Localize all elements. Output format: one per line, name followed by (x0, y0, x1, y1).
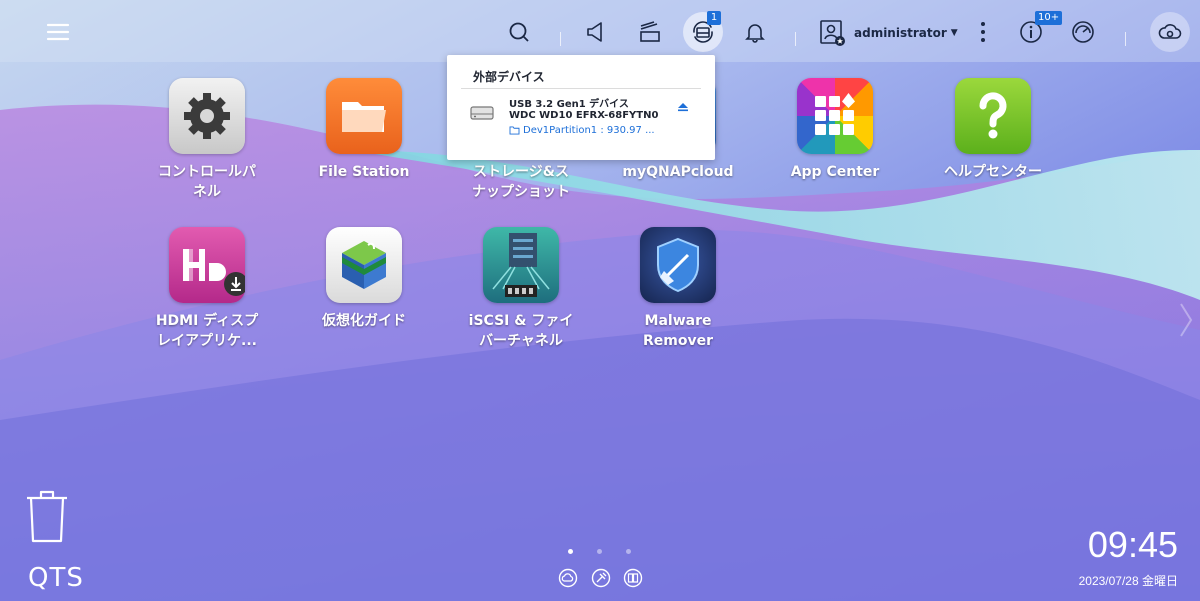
chevron-down-icon: ▼ (950, 28, 958, 38)
external-devices-panel: 外部デバイス USB 3.2 Gen1 デバイス WDC WD10 EFRX-6… (447, 55, 715, 160)
server-icon (483, 227, 559, 303)
app-label: App Center (790, 164, 880, 180)
separator (795, 32, 796, 46)
app-app-center[interactable]: App Center (760, 78, 910, 182)
notification-badge: 1 (707, 11, 721, 25)
app-virtualization-guide[interactable]: 仮想化ガイド (289, 227, 439, 331)
top-bar: 1 administrator ▼ 10+ (0, 0, 1200, 62)
speaker-icon[interactable] (576, 12, 616, 52)
resource-monitor-icon[interactable] (1063, 12, 1103, 52)
folder-icon (326, 78, 402, 154)
external-device-icon[interactable]: 1 (683, 11, 723, 52)
question-icon (955, 78, 1031, 154)
more-options-icon[interactable] (963, 12, 1003, 52)
app-malware-remover[interactable]: Malware Remover (603, 227, 753, 351)
app-label: ストレージ&ス ナップショット (472, 164, 570, 200)
app-label: iSCSI & ファイ バーチャネル (468, 313, 574, 349)
app-label: HDMI ディスプ レイアプリケ... (155, 313, 259, 349)
page-dot[interactable] (568, 549, 573, 554)
hard-drive-icon (470, 106, 494, 120)
app-label: Malware Remover (642, 313, 713, 349)
tools-dock-icon[interactable] (591, 568, 611, 588)
app-file-station[interactable]: File Station (289, 78, 439, 182)
user-menu[interactable]: administrator ▼ (818, 14, 958, 52)
separator (1125, 32, 1126, 46)
app-grid-icon (797, 78, 873, 154)
background-tasks-icon[interactable] (630, 12, 670, 52)
book-dock-icon[interactable] (623, 568, 643, 588)
app-label: ヘルプセンター (944, 164, 1042, 180)
separator (560, 32, 561, 46)
hd-icon (169, 227, 248, 303)
partition-link[interactable]: Dev1Partition1 : 930.97 ... (509, 125, 655, 136)
folder-icon (509, 126, 520, 135)
date: 2023/07/28 金曜日 (1078, 574, 1178, 588)
main-menu-icon[interactable] (38, 12, 78, 52)
page-dot[interactable] (626, 549, 631, 554)
gear-icon (169, 78, 245, 154)
eject-icon[interactable] (677, 101, 689, 113)
page-dot[interactable] (597, 549, 602, 554)
search-icon[interactable] (499, 12, 539, 52)
app-label: 仮想化ガイド (322, 313, 406, 329)
partition-label: Dev1Partition1 : 930.97 ... (523, 125, 655, 136)
app-control-panel[interactable]: コントロールパ ネル (132, 78, 282, 202)
info-badge: 10+ (1035, 11, 1063, 25)
clock: 09:45 (1087, 524, 1178, 565)
info-icon[interactable]: 10+ (1011, 11, 1063, 52)
app-iscsi-fibre-channel[interactable]: iSCSI & ファイ バーチャネル (446, 227, 596, 351)
cloud-icon[interactable] (1150, 12, 1190, 52)
bell-icon[interactable] (735, 12, 775, 52)
app-help-center[interactable]: ヘルプセンター (918, 78, 1068, 182)
trash-icon[interactable] (24, 488, 70, 544)
user-icon (820, 20, 845, 46)
app-label: myQNAPcloud (622, 164, 734, 180)
divider (461, 88, 701, 89)
myqnapcloud-dock-icon[interactable] (558, 568, 578, 588)
device-model: WDC WD10 EFRX-68FYTN0 (509, 110, 659, 121)
device-name: USB 3.2 Gen1 デバイス (509, 99, 629, 110)
app-label: File Station (318, 164, 410, 180)
page-indicator (556, 549, 643, 554)
chevron-right-icon[interactable] (1178, 300, 1194, 340)
app-label: コントロールパ ネル (158, 164, 256, 200)
app-hdmi-display[interactable]: HDMI ディスプ レイアプリケ... (132, 227, 282, 351)
panel-title: 外部デバイス (473, 70, 545, 84)
cube-icon (326, 227, 402, 303)
shield-broom-icon (640, 227, 716, 303)
qts-logo: QTS (28, 563, 84, 593)
user-name: administrator (854, 26, 947, 40)
